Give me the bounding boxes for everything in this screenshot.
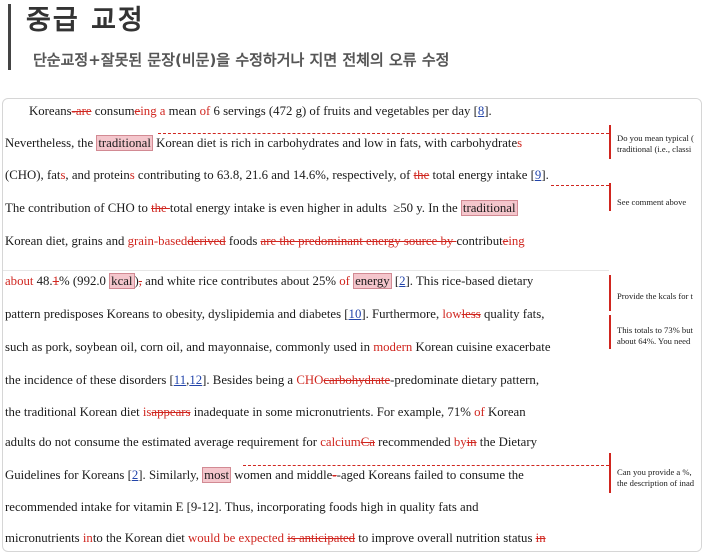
- comment-bubble[interactable]: Provide the kcals for t: [617, 291, 701, 302]
- comment-marker: [609, 125, 611, 159]
- comment-connector: [243, 465, 609, 466]
- text-line: Nevertheless, the traditional Korean die…: [5, 135, 523, 151]
- text-line: the incidence of these disorders [11,12]…: [5, 373, 540, 387]
- text-line: the traditional Korean diet isappears in…: [5, 405, 526, 419]
- text-line: Guidelines for Koreans [2]. Similarly, m…: [5, 467, 524, 483]
- text-line: micronutrients into the Korean diet woul…: [5, 531, 546, 545]
- comment-pane: Do you mean typical (traditional (i.e., …: [609, 99, 701, 551]
- comment-text: Provide the kcals for t: [617, 291, 693, 301]
- text-line: The contribution of CHO to the total ene…: [5, 200, 518, 216]
- text-line: (CHO), fats, and proteins contributing t…: [5, 168, 549, 182]
- text-line: such as pork, soybean oil, corn oil, and…: [5, 340, 551, 354]
- comment-marker: [609, 315, 611, 349]
- comment-text: Do you mean typical (: [617, 133, 694, 143]
- comment-text: This totals to 73% but: [617, 325, 693, 335]
- comment-text: traditional (i.e., classi: [617, 143, 692, 154]
- header-accent-bar: [8, 4, 11, 70]
- comment-text: about 64%. You need: [617, 335, 691, 346]
- document-screenshot: Koreans‑are consumeing a mean of 6 servi…: [2, 98, 702, 552]
- comment-bubble[interactable]: Do you mean typical (traditional (i.e., …: [617, 133, 701, 154]
- text-line: about 48.1% (992.0 kcal), and white rice…: [5, 273, 534, 289]
- page-title: 중급 교정: [26, 5, 145, 36]
- comment-connector: [158, 133, 609, 134]
- page-header: 중급 교정 단순교정+잘못된 문장(비문)을 수정하거나 지면 전체의 오류 수…: [0, 0, 702, 80]
- text-line: adults do not consume the estimated aver…: [5, 435, 537, 449]
- comment-marker: [609, 275, 611, 311]
- page-subtitle: 단순교정+잘못된 문장(비문)을 수정하거나 지면 전체의 오류 수정: [33, 51, 450, 69]
- comment-text: Can you provide a %,: [617, 467, 692, 477]
- comment-text: the description of inad: [617, 477, 695, 488]
- comment-text: See comment above: [617, 197, 687, 207]
- comment-bubble[interactable]: See comment above: [617, 197, 701, 208]
- comment-marker: [609, 183, 611, 211]
- document-body[interactable]: Koreans‑are consumeing a mean of 6 servi…: [3, 99, 609, 551]
- comment-connector: [551, 185, 609, 186]
- text-line: Koreans‑are consumeing a mean of 6 servi…: [29, 104, 492, 118]
- text-line: recommended intake for vitamin E [9-12].…: [5, 500, 479, 514]
- page-split: [3, 270, 701, 271]
- text-line: Korean diet, grains and grain-basedderiv…: [5, 234, 525, 248]
- comment-bubble[interactable]: This totals to 73% but about 64%. You nee…: [617, 325, 701, 346]
- text-line: pattern predisposes Koreans to obesity, …: [5, 307, 545, 321]
- comment-marker: [609, 453, 611, 493]
- comment-bubble[interactable]: Can you provide a %, the description of i…: [617, 467, 701, 488]
